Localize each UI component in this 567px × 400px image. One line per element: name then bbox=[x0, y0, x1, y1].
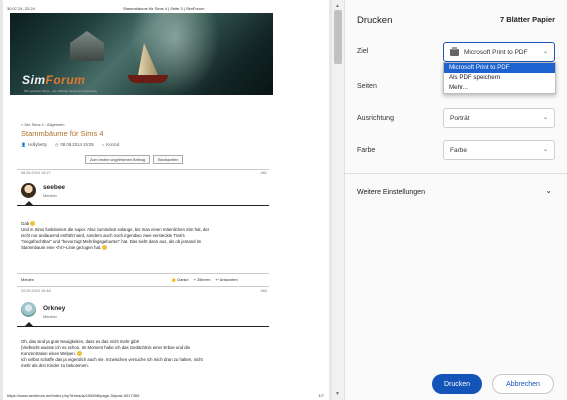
post-line-text: Stammbaum eine <hr>-Linie gezogen hat. bbox=[21, 245, 102, 250]
banner-boat bbox=[128, 75, 168, 83]
layout-select[interactable]: Porträt ⌄ bbox=[443, 108, 555, 128]
chevron-down-icon[interactable]: ⌄ bbox=[545, 186, 552, 195]
avatar bbox=[21, 183, 36, 198]
thread-tag: ⌂ Konzol bbox=[102, 142, 120, 147]
date-text: 08.09.2014 15:05 bbox=[60, 142, 94, 147]
post-body: Gab Und in Sims funktioniert die super. … bbox=[21, 221, 267, 251]
post-line: mehr als drei Kinder zu bekommen. bbox=[21, 363, 89, 368]
post-number: #81 bbox=[260, 171, 267, 175]
first-unread-button: Zum ersten ungelesenen Beitrag bbox=[85, 155, 151, 164]
print-settings-panel: Drucken 7 Blätter Papier Ziel Microsoft … bbox=[344, 0, 567, 400]
preview-page: 30.07.24, 22:24 Stammbäume für Sims 4 | … bbox=[3, 0, 329, 400]
color-select[interactable]: Farbe ⌄ bbox=[443, 140, 555, 160]
post-body: Oh, das sind ja gute Neuigkeiten, dass e… bbox=[21, 339, 267, 369]
color-value: Farbe bbox=[450, 146, 467, 154]
sheet-count: 7 Blätter Papier bbox=[499, 15, 555, 24]
option-microsoft-print-to-pdf[interactable]: Microsoft Print to PDF bbox=[444, 63, 555, 73]
destination-select[interactable]: Microsoft Print to PDF ⌄ bbox=[443, 42, 555, 62]
scroll-up-icon[interactable]: ▲ bbox=[335, 3, 340, 9]
thread-meta: 👤 Hollybetty ◷ 08.09.2014 15:05 ⌂ Konzol bbox=[21, 142, 119, 147]
chevron-down-icon: ⌄ bbox=[542, 49, 548, 55]
cancel-button[interactable]: Abbrechen bbox=[492, 374, 554, 394]
forum-banner-image: SimForum Wir sprechen Sims – die offizie… bbox=[10, 13, 273, 95]
print-button[interactable]: Drucken bbox=[432, 374, 482, 394]
option-more[interactable]: Mehr... bbox=[444, 83, 555, 93]
post-number: #83 bbox=[260, 289, 267, 293]
chevron-down-icon: ⌄ bbox=[542, 115, 548, 121]
post-line-text: Gab bbox=[21, 221, 30, 226]
avatar bbox=[21, 302, 36, 317]
scrollbar-thumb[interactable] bbox=[334, 10, 342, 64]
post-author-role: Member bbox=[43, 315, 57, 319]
preview-scrollbar[interactable]: ▲ ▼ bbox=[332, 0, 344, 400]
destination-label: Ziel bbox=[357, 48, 369, 55]
quote-action: + Zitieren bbox=[193, 277, 211, 282]
color-label: Farbe bbox=[357, 147, 376, 154]
destination-value: Microsoft Print to PDF bbox=[464, 48, 528, 56]
post-header-line bbox=[17, 326, 269, 327]
more-settings-toggle[interactable]: Weitere Einstellungen bbox=[357, 189, 425, 196]
scroll-down-icon[interactable]: ▼ bbox=[335, 391, 340, 397]
pages-label: Seiten bbox=[357, 83, 377, 90]
banner-house bbox=[70, 31, 104, 61]
destination-dropdown: Microsoft Print to PDF Als PDF speichern… bbox=[443, 62, 556, 94]
post-author-role: Member bbox=[43, 194, 57, 198]
post-divider bbox=[17, 273, 269, 274]
layout-label: Ausrichtung bbox=[357, 115, 394, 122]
print-dialog-window: 30.07.24, 22:24 Stammbäume für Sims 4 | … bbox=[0, 0, 567, 400]
post-divider bbox=[17, 286, 269, 287]
print-preview-area: 30.07.24, 22:24 Stammbäume für Sims 4 | … bbox=[0, 0, 332, 400]
thread-date: ◷ 08.09.2014 15:05 bbox=[55, 142, 94, 147]
settings-divider bbox=[345, 173, 567, 174]
post-divider bbox=[17, 169, 269, 170]
chevron-down-icon: ⌄ bbox=[542, 147, 548, 153]
post-author-name: seebee bbox=[43, 184, 66, 191]
watch-button: Beobachten bbox=[153, 155, 184, 164]
panel-title: Drucken bbox=[357, 15, 393, 26]
post-date: 08.05.2024 19:27 bbox=[21, 171, 51, 175]
clock-icon: ◷ bbox=[54, 142, 59, 147]
option-save-as-pdf[interactable]: Als PDF speichern bbox=[444, 73, 555, 83]
smiley-icon bbox=[30, 221, 36, 226]
logo-part-b: Forum bbox=[45, 73, 86, 87]
layout-value: Porträt bbox=[450, 114, 470, 122]
post-author-name: Orkney bbox=[43, 305, 66, 312]
breadcrumb: < Die Sims 4 : Allgemein bbox=[21, 122, 65, 127]
page-header-title: Stammbäume für Sims 4 | Seite 3 | SimFor… bbox=[123, 6, 205, 11]
page-header-datetime: 30.07.24, 22:24 bbox=[7, 6, 35, 11]
thread-buttons: Zum ersten ungelesenen Beitrag Beobachte… bbox=[85, 155, 184, 164]
simforum-logo: SimForum bbox=[22, 73, 85, 87]
post-date: 20.05.2024 10:48 bbox=[21, 289, 51, 293]
post-header-line bbox=[17, 205, 269, 206]
like-label: Danke bbox=[177, 277, 189, 282]
reply-action: ↩ Antworten bbox=[215, 277, 238, 282]
post-actions: 👍 Danke + Zitieren ↩ Antworten bbox=[171, 277, 238, 282]
post-line: Stammbaum eine <hr>-Linie gezogen hat. bbox=[21, 245, 267, 251]
author-name: Hollybetty bbox=[27, 142, 47, 147]
printer-icon bbox=[450, 46, 459, 56]
banner-subtitle: Wir sprechen Sims – die offizielle deuts… bbox=[24, 89, 98, 93]
page-footer-url: https://www.simforum.de/index.php?thread… bbox=[7, 393, 140, 398]
user-icon: 👤 bbox=[21, 142, 26, 147]
smiley-icon bbox=[77, 351, 83, 356]
smiley-icon bbox=[102, 245, 108, 250]
page-footer-number: 1/7 bbox=[318, 393, 324, 398]
logo-part-a: Sim bbox=[22, 73, 46, 87]
tag-text: Konzol bbox=[106, 142, 120, 147]
like-action: 👍 Danke bbox=[171, 277, 189, 282]
thread-title: Stammbäume für Sims 4 bbox=[21, 129, 104, 138]
reply-label: Antworten bbox=[219, 277, 238, 282]
thread-author: 👤 Hollybetty bbox=[21, 142, 47, 147]
post-line-text: Konzentration eines Welpen. bbox=[21, 351, 76, 356]
report-link: Melden bbox=[21, 277, 35, 282]
tag-icon: ⌂ bbox=[101, 142, 105, 147]
